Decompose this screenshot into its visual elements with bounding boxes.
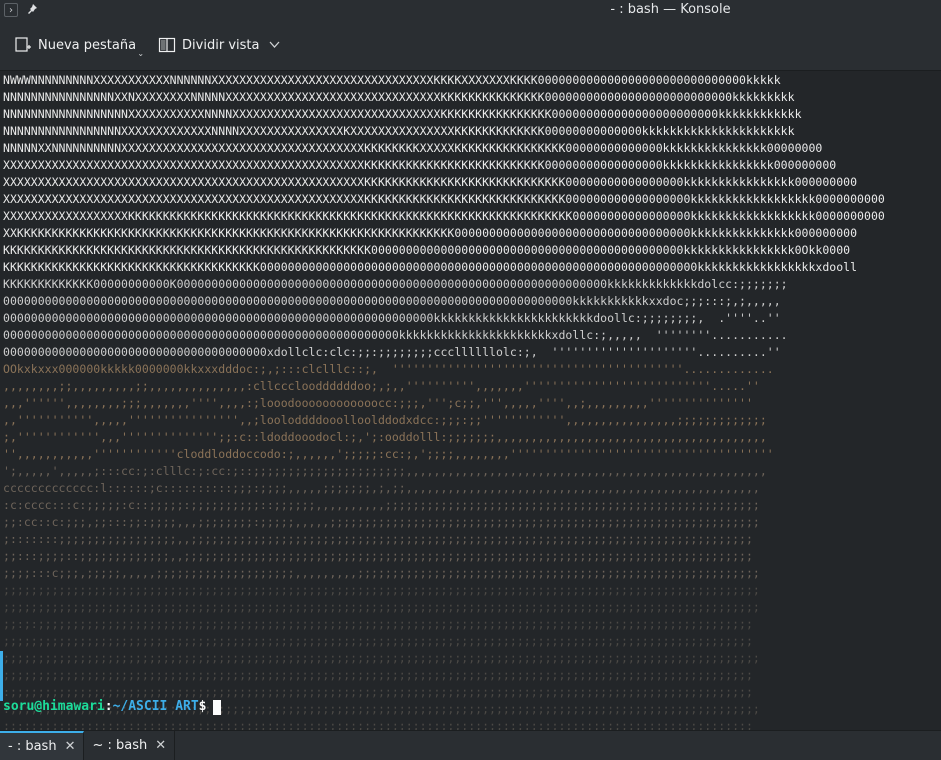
ascii-art-line: ,,,'''''',,,,,,,,;;;,,,,,,,'''',,,,:;loo… xyxy=(3,396,753,410)
ascii-art-line: '',,,,,,,,,,,''''''''''''cloddloddoccodo… xyxy=(3,447,774,461)
ascii-art-output: NWWWNNNNNNNNNXXXXXXXXXXXNNNNNNXXXXXXXXXX… xyxy=(3,72,885,730)
ascii-art-line: 0000000000000000000000000000000000000000… xyxy=(3,328,788,342)
shell-prompt[interactable]: soru@himawari: ~/ASCII ART $ xyxy=(3,699,221,715)
ascii-art-line: XXKKKKKKKKKKKKKKKKKKKKKKKKKKKKKKKKKKKKKK… xyxy=(3,226,858,240)
toolbar: Nueva pestaña ⌄ Dividir vista xyxy=(0,20,941,71)
new-tab-button[interactable]: Nueva pestaña ⌄ xyxy=(8,30,144,60)
ascii-art-line: KKKKKKKKKKKKKKKKKKKKKKKKKKKKKKKKKKKKK000… xyxy=(3,260,858,274)
split-view-button[interactable]: Dividir vista xyxy=(152,30,286,60)
ascii-art-line: ';,,,,,',,,,,;:::cc:;:clllc:;:cc:;::;;;;… xyxy=(3,464,767,478)
tab-label: - : bash xyxy=(8,739,57,754)
ascii-art-line: ;;;;;;;;;;;;;;;;;;;;;;;;;;;;;;;;;;;;;;;;… xyxy=(3,668,753,682)
ascii-art-line: KKKKKKKKKKKKKKKKKKKKKKKKKKKKKKKKKKKKKKKK… xyxy=(3,243,851,257)
ascii-art-line: ;;;;;;;;;;;;;;;;;;;;;;;;;;;;;;;;;;;;;;;;… xyxy=(3,600,760,614)
ascii-art-line: NNNNNNNNNNNNNNNNXXNXXXXXXXXNNNNNXXXXXXXX… xyxy=(3,90,795,104)
ascii-art-line: NNNNNXXNNNNNNNNNNXXXXXXXXXXXXXXXXXXXXXXX… xyxy=(3,141,823,155)
ascii-art-line: NNNNNNNNNNNNNNNNNNXXXXXXXXXXXNNNNXXXXXXX… xyxy=(3,107,802,121)
prompt-path: ~/ASCII ART xyxy=(112,699,199,714)
ascii-art-line: ;;:;:;;;;;;;;;;;;;;;;;;;;;;;;;;;;;;;;;;;… xyxy=(3,617,753,631)
new-tab-label: Nueva pestaña xyxy=(38,37,137,53)
ascii-art-line: 00000000000000000000000000000000000000xd… xyxy=(3,345,781,359)
ascii-art-line: ;;;;;;;;;;;;;;;;;;;;;;;;;;;;;;;;;;;;;;;;… xyxy=(3,583,760,597)
ascii-art-line: ;;;;;;;;;;;;;;;;;;;;;;;;;;;;;;;;;;;;;;;;… xyxy=(3,634,753,648)
ascii-art-line: ;,'''''''''''',,,'''''''''''''';;:c::ldo… xyxy=(3,430,767,444)
window-title: - : bash — Konsole xyxy=(610,2,731,17)
tab-label: ~ : bash xyxy=(92,738,148,753)
ascii-art-line: ;:::::::;;;;;;;;;;;;;;;;;,,;;;;;;;;;;;;;… xyxy=(3,532,753,546)
ascii-art-line: XXXXXXXXXXXXXXXXXXXXXXXXXXXXXXXXXXXXXXXX… xyxy=(3,175,858,189)
ascii-art-line: ;;:;;;;;;;;;;;;;;;;;;;;;;;;;;;;;;;;;;;;;… xyxy=(3,719,753,730)
prompt-colon: : xyxy=(104,699,113,714)
chevron-down-icon[interactable] xyxy=(269,38,280,52)
split-view-icon xyxy=(158,37,176,53)
text-cursor xyxy=(212,700,221,715)
ascii-art-line: ;;:cc::c:;;;,;;:::;;:;;;;,,,;;;;;;;;:;;;… xyxy=(3,515,760,529)
ascii-art-line: ;;;;;;;;;;;;;;;;;;;;;;;;;;;;;;;;;;;;;;;;… xyxy=(3,651,760,665)
new-tab-menu-arrow-icon[interactable]: ⌄ xyxy=(137,49,144,58)
split-view-label: Dividir vista xyxy=(182,37,260,53)
ascii-art-line: NWWWNNNNNNNNNXXXXXXXXXXXNNNNNNXXXXXXXXXX… xyxy=(3,73,781,87)
prompt-symbol: $ xyxy=(198,699,207,714)
prompt-user: soru@himawari xyxy=(3,699,105,714)
close-icon[interactable]: ✕ xyxy=(155,738,166,753)
ascii-art-line: 0000000000000000000000000000000000000000… xyxy=(3,311,781,325)
scroll-marker xyxy=(0,651,3,701)
ascii-art-line: 0000000000000000000000000000000000000000… xyxy=(3,294,781,308)
title-bar: › - : bash — Konsole xyxy=(0,0,941,20)
ascii-art-line: XXXXXXXXXXXXXXXXXXXXXXXXXXXXXXXXXXXXXXXX… xyxy=(3,192,885,206)
ascii-art-line: ccccccccccccc:l::::::;c::::::::::;;;:;;;… xyxy=(3,481,760,495)
ascii-art-line: OOkxkxxx000000kkkkk0000000kkxxxdddoc:;,;… xyxy=(3,362,774,376)
terminal-view[interactable]: NWWWNNNNNNNNNXXXXXXXXXXXNNNNNNXXXXXXXXXX… xyxy=(0,71,941,730)
ascii-art-line: :c:cccc:::c:;;;;;:c::;;;;;:;;;;;;;;;;::;… xyxy=(3,498,760,512)
ascii-art-line: KKKKKKKKKKKKK00000000000K000000000000000… xyxy=(3,277,788,291)
tab-bar: - : bash ✕ ~ : bash ✕ xyxy=(0,730,941,760)
ascii-art-line: XXXXXXXXXXXXXXXXXXKKKKKKKKKKKKKKKKKKKKKK… xyxy=(3,209,885,223)
tab-bash-2[interactable]: ~ : bash ✕ xyxy=(84,731,176,760)
new-tab-icon xyxy=(15,37,31,52)
ascii-art-line: ;;:::;;;;::;;;;;;;;;;;;;,,;;;;;;;;;;;;;;… xyxy=(3,549,753,563)
ascii-art-line: NNNNNNNNNNNNNNNNNXXXXXXXXXXXXXNNNNXXXXXX… xyxy=(3,124,795,138)
ascii-art-line: ;;;;:::c;;;,;;;;;,,,,,;;;;;;;;;;;;;;;;;;… xyxy=(3,566,760,580)
ascii-art-line: ,,,,,,,,;;,,,,,,,,,;;,,,,,,,,,,,,,,:cllc… xyxy=(3,379,760,393)
ascii-art-line: ,,''''''''''',,,,,'''''''''''''''',,;loo… xyxy=(3,413,767,427)
tab-bash-1[interactable]: - : bash ✕ xyxy=(0,731,85,760)
ascii-art-line: XXXXXXXXXXXXXXXXXXXXXXXXXXXXXXXXXXXXXXXX… xyxy=(3,158,837,172)
close-icon[interactable]: ✕ xyxy=(65,739,76,754)
